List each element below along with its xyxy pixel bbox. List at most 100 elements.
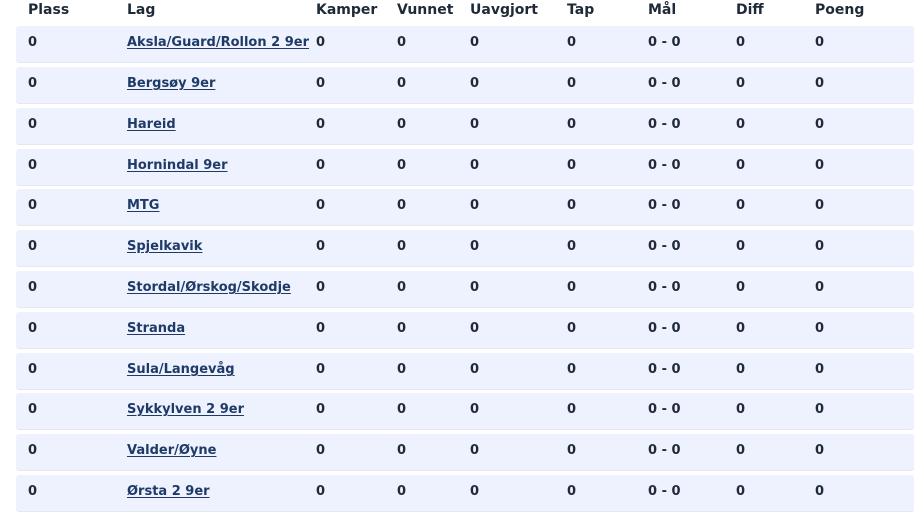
cell-lag: Bergsøy 9er (127, 76, 215, 91)
team-link[interactable]: MTG (127, 198, 159, 213)
cell-kamper: 0 (316, 35, 326, 50)
cell-diff: 0 (736, 35, 746, 50)
cell-lag: Valder/Øyne (127, 443, 216, 458)
cell-tap: 0 (567, 402, 577, 417)
team-link[interactable]: Stordal/Ørskog/Skodje (127, 280, 291, 295)
cell-kamper: 0 (316, 158, 326, 173)
team-link[interactable]: Sula/Langevåg (127, 362, 235, 377)
cell-tap: 0 (567, 321, 577, 336)
cell-vunnet: 0 (397, 443, 407, 458)
table-row: 0 Hareid 0 0 0 0 0 - 0 0 0 (16, 108, 914, 144)
cell-plass: 0 (28, 76, 38, 91)
cell-poeng: 0 (815, 443, 825, 458)
cell-diff: 0 (736, 198, 746, 213)
cell-tap: 0 (567, 35, 577, 50)
cell-diff: 0 (736, 117, 746, 132)
table-row: 0 Sula/Langevåg 0 0 0 0 0 - 0 0 0 (16, 353, 914, 389)
cell-kamper: 0 (316, 484, 326, 499)
cell-lag: Sykkylven 2 9er (127, 402, 244, 417)
cell-plass: 0 (28, 280, 38, 295)
cell-mal: 0 - 0 (648, 198, 681, 213)
column-header-lag: Lag (127, 2, 156, 18)
table-row: 0 Stranda 0 0 0 0 0 - 0 0 0 (16, 312, 914, 348)
cell-plass: 0 (28, 158, 38, 173)
team-link[interactable]: Aksla/Guard/Rollon 2 9er (127, 35, 309, 50)
cell-vunnet: 0 (397, 280, 407, 295)
cell-uavgjort: 0 (470, 280, 480, 295)
cell-diff: 0 (736, 239, 746, 254)
table-row: 0 Bergsøy 9er 0 0 0 0 0 - 0 0 0 (16, 67, 914, 103)
cell-kamper: 0 (316, 239, 326, 254)
cell-poeng: 0 (815, 158, 825, 173)
cell-tap: 0 (567, 280, 577, 295)
cell-lag: Stordal/Ørskog/Skodje (127, 280, 291, 295)
cell-uavgjort: 0 (470, 362, 480, 377)
cell-vunnet: 0 (397, 402, 407, 417)
cell-plass: 0 (28, 362, 38, 377)
cell-diff: 0 (736, 321, 746, 336)
cell-tap: 0 (567, 239, 577, 254)
cell-lag: Stranda (127, 321, 185, 336)
cell-lag: Ørsta 2 9er (127, 484, 210, 499)
cell-kamper: 0 (316, 321, 326, 336)
cell-uavgjort: 0 (470, 35, 480, 50)
cell-kamper: 0 (316, 402, 326, 417)
cell-poeng: 0 (815, 362, 825, 377)
standings-table: Plass Lag Kamper Vunnet Uavgjort Tap Mål… (0, 0, 924, 515)
cell-poeng: 0 (815, 117, 825, 132)
column-header-vunnet: Vunnet (397, 2, 454, 18)
cell-mal: 0 - 0 (648, 158, 681, 173)
cell-poeng: 0 (815, 76, 825, 91)
team-link[interactable]: Hornindal 9er (127, 158, 228, 173)
cell-diff: 0 (736, 362, 746, 377)
cell-kamper: 0 (316, 443, 326, 458)
column-header-tap: Tap (567, 2, 595, 18)
cell-plass: 0 (28, 484, 38, 499)
cell-poeng: 0 (815, 402, 825, 417)
column-header-mal: Mål (648, 2, 677, 18)
cell-kamper: 0 (316, 362, 326, 377)
team-link[interactable]: Hareid (127, 117, 176, 132)
cell-kamper: 0 (316, 76, 326, 91)
cell-uavgjort: 0 (470, 484, 480, 499)
cell-uavgjort: 0 (470, 239, 480, 254)
team-link[interactable]: Ørsta 2 9er (127, 484, 210, 499)
team-link[interactable]: Valder/Øyne (127, 443, 216, 458)
cell-vunnet: 0 (397, 321, 407, 336)
cell-plass: 0 (28, 321, 38, 336)
cell-mal: 0 - 0 (648, 117, 681, 132)
table-header: Plass Lag Kamper Vunnet Uavgjort Tap Mål… (16, 0, 914, 24)
cell-vunnet: 0 (397, 198, 407, 213)
cell-lag: Aksla/Guard/Rollon 2 9er (127, 35, 309, 50)
cell-poeng: 0 (815, 198, 825, 213)
cell-tap: 0 (567, 484, 577, 499)
cell-mal: 0 - 0 (648, 402, 681, 417)
cell-kamper: 0 (316, 280, 326, 295)
team-link[interactable]: Sykkylven 2 9er (127, 402, 244, 417)
column-header-kamper: Kamper (316, 2, 378, 18)
cell-uavgjort: 0 (470, 198, 480, 213)
team-link[interactable]: Spjelkavik (127, 239, 202, 254)
cell-mal: 0 - 0 (648, 362, 681, 377)
team-link[interactable]: Bergsøy 9er (127, 76, 215, 91)
table-row: 0 MTG 0 0 0 0 0 - 0 0 0 (16, 189, 914, 225)
cell-lag: Hareid (127, 117, 176, 132)
table-row: 0 Ørsta 2 9er 0 0 0 0 0 - 0 0 0 (16, 475, 914, 511)
cell-lag: Hornindal 9er (127, 158, 228, 173)
cell-poeng: 0 (815, 484, 825, 499)
cell-uavgjort: 0 (470, 402, 480, 417)
cell-diff: 0 (736, 402, 746, 417)
cell-mal: 0 - 0 (648, 239, 681, 254)
cell-uavgjort: 0 (470, 158, 480, 173)
cell-lag: MTG (127, 198, 159, 213)
cell-tap: 0 (567, 198, 577, 213)
team-link[interactable]: Stranda (127, 321, 185, 336)
cell-poeng: 0 (815, 321, 825, 336)
table-row: 0 Spjelkavik 0 0 0 0 0 - 0 0 0 (16, 230, 914, 266)
table-row: 0 Sykkylven 2 9er 0 0 0 0 0 - 0 0 0 (16, 393, 914, 429)
cell-mal: 0 - 0 (648, 484, 681, 499)
cell-diff: 0 (736, 280, 746, 295)
cell-lag: Spjelkavik (127, 239, 202, 254)
cell-poeng: 0 (815, 280, 825, 295)
cell-tap: 0 (567, 158, 577, 173)
